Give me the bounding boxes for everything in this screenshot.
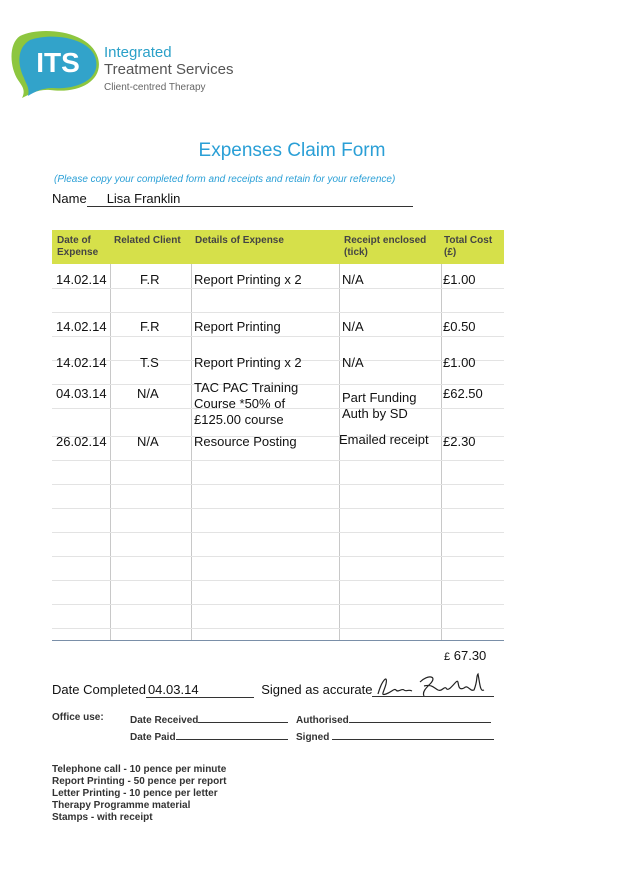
cell-details: Report Printing x 2 (194, 272, 302, 287)
row-line (52, 484, 504, 485)
date-received-field[interactable] (198, 712, 289, 723)
cell-date: 14.02.14 (56, 355, 107, 370)
cell-details: Report Printing x 2 (194, 355, 302, 370)
signature (377, 672, 485, 697)
cell-client: N/A (137, 434, 159, 449)
row-line (52, 604, 504, 605)
signature-line[interactable] (372, 696, 494, 697)
cell-date: 14.02.14 (56, 272, 107, 287)
cell-client: T.S (140, 355, 159, 370)
cell-client: N/A (137, 386, 159, 401)
logo-line1: Integrated (104, 44, 172, 61)
row-line (52, 508, 504, 509)
date-received-row: Date Received (130, 712, 289, 726)
row-line (52, 628, 504, 629)
rate-item: Letter Printing - 10 pence per letter (52, 788, 218, 799)
form-title: Expenses Claim Form (198, 140, 386, 161)
cell-cost: £0.50 (443, 319, 476, 334)
cell-details: Resource Posting (194, 434, 297, 449)
logo-text: Integrated Treatment Services Client-cen… (104, 44, 234, 95)
cell-cost: £2.30 (443, 434, 476, 449)
date-paid-label: Date Paid (130, 732, 176, 743)
cell-cost: £1.00 (443, 355, 476, 370)
cell-details: TAC PAC Training Course *50% of £125.00 … (194, 380, 299, 427)
authorised-field[interactable] (348, 712, 491, 723)
rate-item: Therapy Programme material (52, 800, 191, 811)
cell-date: 26.02.14 (56, 434, 107, 449)
signed-label: Signed (296, 732, 330, 743)
its-logo: ITS (11, 31, 99, 98)
rate-item: Telephone call - 10 pence per minute (52, 764, 227, 775)
authorised-label: Authorised (296, 715, 349, 726)
name-field[interactable]: Lisa Franklin (86, 191, 413, 207)
column-divider (339, 264, 340, 640)
table-header: Date of Expense Related Client Details of… (52, 230, 504, 264)
rates-list: Telephone call - 10 pence per minute Rep… (52, 764, 226, 824)
signed-field[interactable] (332, 729, 495, 740)
cell-date: 04.03.14 (56, 386, 107, 401)
header-client: Related Client (114, 235, 181, 246)
table-body: 14.02.14 F.R Report Printing x 2 N/A £1.… (52, 264, 504, 641)
cell-cost: £1.00 (443, 272, 476, 287)
column-divider (110, 264, 111, 640)
logo-badge: ITS (36, 47, 80, 78)
cell-receipt: N/A (342, 272, 364, 287)
form-note: (Please copy your completed form and rec… (54, 174, 396, 185)
cell-details: Report Printing (194, 319, 281, 334)
name-label: Name (52, 191, 87, 206)
column-divider (441, 264, 442, 640)
cell-receipt: N/A (342, 319, 364, 334)
date-paid-field[interactable] (175, 729, 288, 740)
date-received-label: Date Received (130, 715, 199, 726)
header-details: Details of Expense (195, 235, 284, 246)
logo-line2: Treatment Services (104, 61, 234, 78)
cell-receipt: Emailed receipt (339, 432, 429, 447)
date-paid-row: Date Paid (130, 729, 288, 743)
row-line (52, 312, 504, 313)
header-receipt: Receipt enclosed (tick) (344, 235, 427, 258)
rate-item: Stamps - with receipt (52, 812, 153, 823)
cell-cost: £62.50 (443, 386, 483, 401)
cell-client: F.R (140, 319, 160, 334)
cell-client: F.R (140, 272, 160, 287)
row-line (52, 336, 504, 337)
cell-date: 14.02.14 (56, 319, 107, 334)
signed-accurate-label: Signed as accurate (261, 682, 373, 697)
grand-total: £ 67.30 (444, 648, 486, 663)
logo-tagline: Client-centred Therapy (104, 82, 206, 93)
expenses-table: Date of Expense Related Client Details of… (52, 230, 504, 641)
rate-item: Report Printing - 50 pence per report (52, 776, 227, 787)
row-line (52, 460, 504, 461)
row-line (52, 532, 504, 533)
signed-row: Signed (296, 729, 495, 743)
header-total: Total Cost (£) (444, 235, 493, 258)
header-date: Date of Expense (57, 235, 99, 258)
completion-row: Date Completed 04.03.14 Signed as accurat… (52, 682, 372, 698)
office-use-label: Office use: (52, 712, 104, 723)
cell-receipt: N/A (342, 355, 364, 370)
row-line (52, 556, 504, 557)
total-amount: 67.30 (453, 648, 487, 663)
cell-receipt: Part Funding Auth by SD (342, 390, 417, 421)
name-row: Name Lisa Franklin (52, 191, 413, 207)
authorised-row: Authorised (296, 712, 491, 726)
date-completed-field[interactable]: 04.03.14 (145, 682, 254, 698)
row-line (52, 580, 504, 581)
total-currency: £ (444, 651, 451, 663)
column-divider (191, 264, 192, 640)
row-line (52, 288, 504, 289)
date-completed-label: Date Completed (52, 682, 146, 697)
